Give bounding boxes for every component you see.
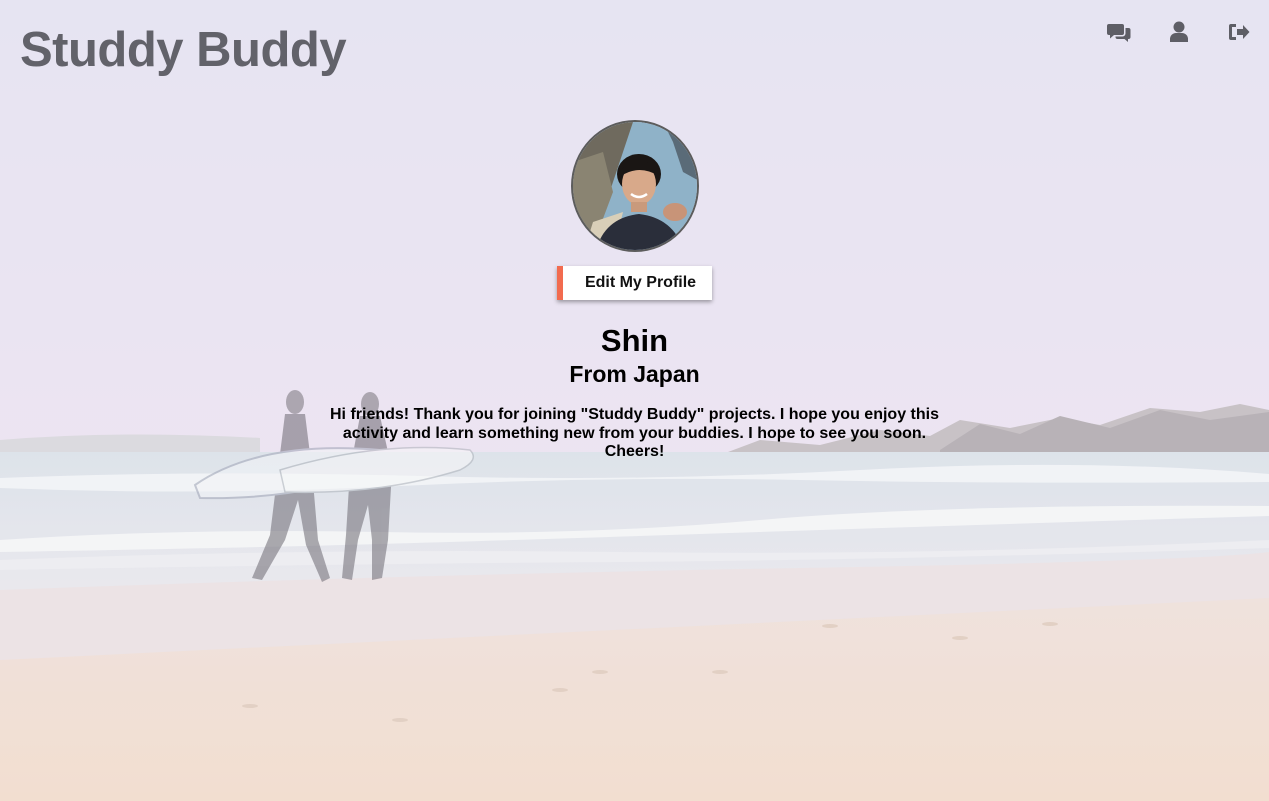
app-logo-title[interactable]: Studdy Buddy bbox=[20, 22, 347, 78]
messages-button[interactable] bbox=[1107, 18, 1131, 46]
profile-name: Shin bbox=[600, 323, 669, 358]
sign-out-icon bbox=[1229, 24, 1250, 40]
profile-bio: Hi friends! Thank you for joining "Studd… bbox=[330, 406, 939, 460]
comments-icon bbox=[1107, 24, 1131, 42]
profile-button[interactable] bbox=[1167, 18, 1191, 46]
top-nav bbox=[1107, 18, 1251, 46]
avatar bbox=[570, 120, 699, 252]
user-icon bbox=[1170, 21, 1188, 42]
sign-out-button[interactable] bbox=[1227, 18, 1251, 46]
profile-origin: From Japan bbox=[569, 361, 700, 387]
profile-photo bbox=[572, 122, 697, 250]
top-bar: Studdy Buddy bbox=[0, 0, 1269, 90]
profile-section: Edit My Profile Shin From Japan Hi frien… bbox=[0, 120, 1269, 462]
profile-page: Studdy Buddy Edit My Profile Shin From J… bbox=[0, 0, 1269, 801]
edit-profile-button[interactable]: Edit My Profile bbox=[556, 266, 713, 300]
